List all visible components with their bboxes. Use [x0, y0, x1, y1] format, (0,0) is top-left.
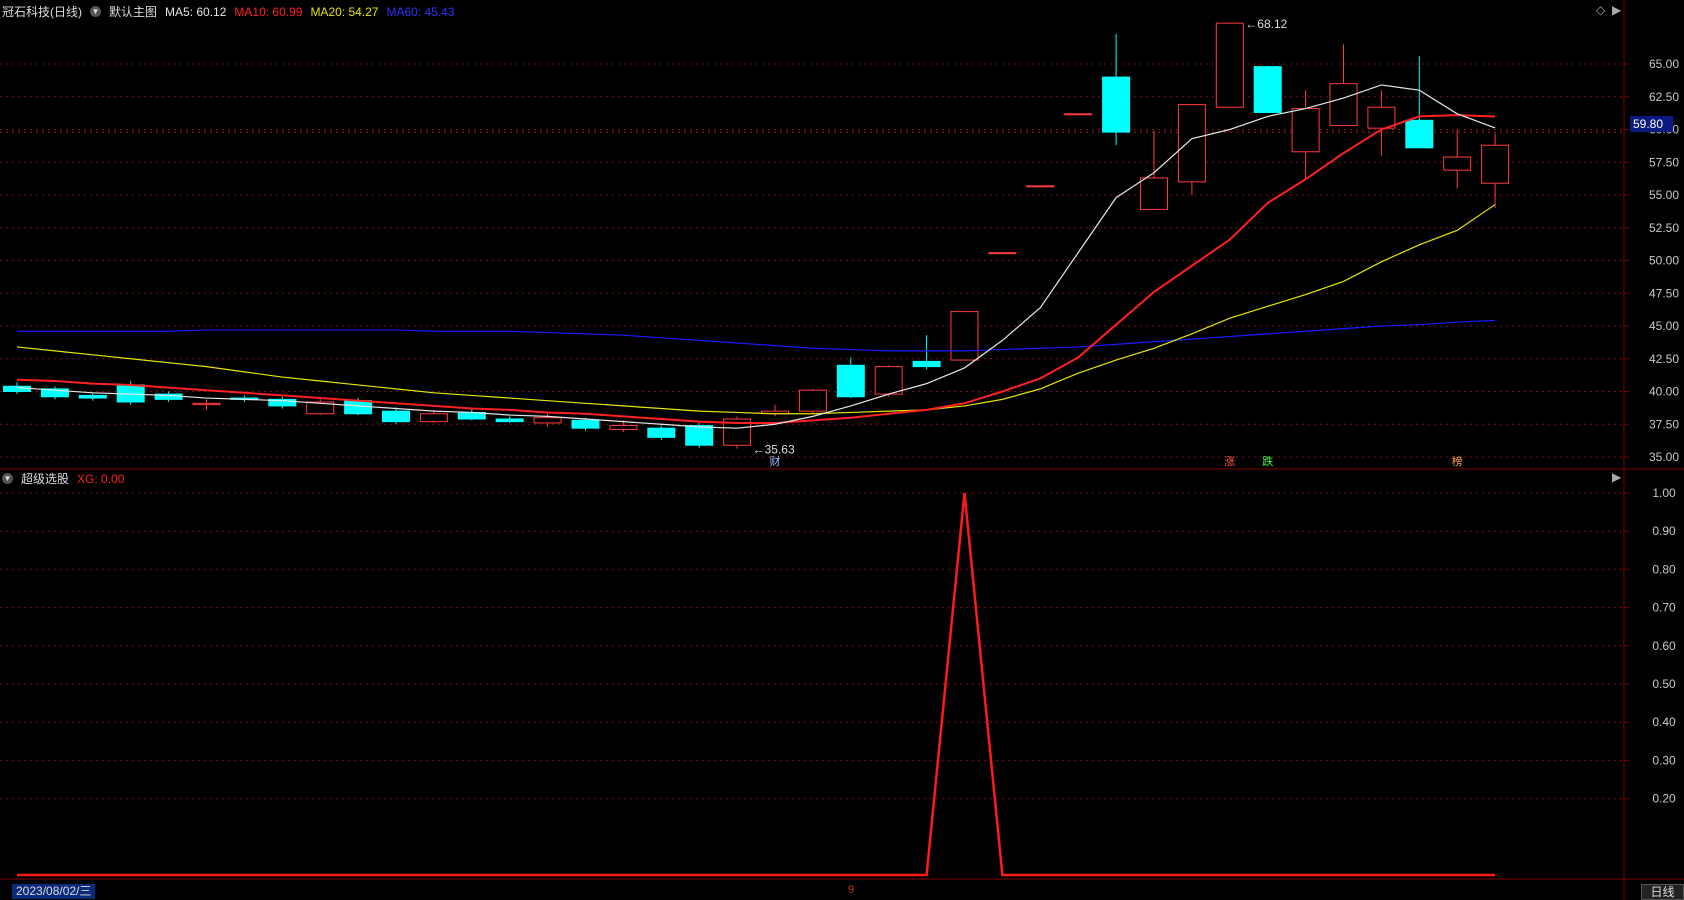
indicator-tick-label: 0.50 [1652, 677, 1676, 691]
y-tick-label: 40.00 [1649, 385, 1679, 399]
ma20-value: MA20: 54.27 [310, 4, 379, 19]
candle-body-up [609, 425, 638, 430]
ma60-line [17, 319, 1496, 352]
candle-body-down [495, 418, 524, 423]
candle-body-down [836, 364, 865, 398]
indicator-tick-label: 1.00 [1652, 486, 1676, 500]
main-chart-name[interactable]: 默认主图 [109, 3, 157, 20]
indicator-header: ▼ 超级选股 XG: 0.00 [2, 470, 132, 487]
y-tick-label: 42.50 [1649, 352, 1679, 366]
indicator-tick-label: 0.40 [1652, 715, 1676, 729]
price-annotation: ←68.12 [1245, 17, 1287, 31]
y-tick-label: 47.50 [1649, 286, 1679, 300]
chart-options-icon[interactable]: ▼ [90, 6, 101, 17]
candle-body-down [1102, 76, 1131, 133]
scroll-marker: 9 [848, 884, 855, 896]
event-marker: 榜 [1452, 454, 1463, 468]
y-tick-label: 37.50 [1649, 417, 1679, 431]
candle-body-down [647, 427, 676, 438]
indicator-tick-label: 0.80 [1652, 562, 1676, 576]
event-marker: 涨 [1224, 455, 1235, 468]
date-label: 2023/08/02/三 [12, 884, 96, 899]
candle-body-down [78, 394, 107, 399]
candle-body-up [798, 389, 827, 412]
ma5-line [16, 84, 1496, 429]
candle-body-up [1177, 104, 1206, 183]
candle-body-down [1253, 66, 1282, 113]
candle-body-down [571, 419, 600, 429]
candle-body-up [419, 413, 448, 423]
y-tick-label: 35.00 [1649, 450, 1679, 464]
candle-body-down [685, 425, 714, 446]
y-tick-label: 57.50 [1649, 155, 1679, 169]
candle-body-up [1481, 144, 1510, 184]
candle-body-up [1064, 113, 1093, 116]
candle-body-down [382, 410, 410, 423]
y-tick-label: 55.00 [1649, 188, 1679, 202]
chart-canvas[interactable]: 65.0062.5060.0057.5055.0052.5050.0047.50… [0, 0, 1684, 900]
y-tick-label: 45.00 [1649, 319, 1679, 333]
expand-icon[interactable]: ▶ [1612, 3, 1621, 17]
y-tick-label: 62.50 [1649, 90, 1679, 104]
y-tick-label: 50.00 [1649, 254, 1679, 268]
candle-body-down [344, 400, 373, 415]
ma5-value: MA5: 60.12 [165, 4, 227, 19]
candle-body-up [1140, 177, 1168, 210]
main-chart-header: 冠石科技(日线) ▼ 默认主图 MA5: 60.12 MA10: 60.99 M… [2, 3, 463, 20]
candle-body-up [1215, 22, 1244, 108]
candle-body-down [1405, 119, 1434, 149]
period-tab-daily[interactable]: 日线 [1641, 884, 1684, 900]
candle-body-down [912, 360, 941, 368]
candle-body-up [988, 252, 1017, 255]
current-price-label: 59.80 [1630, 116, 1673, 132]
y-tick-label: 52.50 [1649, 221, 1679, 235]
indicator-name[interactable]: 超级选股 [21, 470, 69, 487]
indicator-expand-icon[interactable]: ▶ [1612, 470, 1621, 484]
candle-body-up [1291, 108, 1320, 153]
candle-body-up [874, 366, 903, 395]
ma10-value: MA10: 60.99 [234, 4, 303, 19]
candle-body-up [1329, 83, 1358, 127]
candle-body-up [1367, 106, 1396, 129]
ma10-line [16, 114, 1496, 424]
candle-body-down [3, 385, 31, 393]
candle-body-up [950, 311, 979, 361]
indicator-tick-label: 0.90 [1652, 524, 1676, 538]
event-marker: 跌 [1262, 454, 1273, 468]
indicator-tick-label: 0.20 [1652, 792, 1676, 806]
stock-title[interactable]: 冠石科技(日线) [2, 3, 82, 20]
y-tick-label: 65.00 [1649, 57, 1679, 71]
candle-body-up [533, 417, 562, 424]
ma20-line [16, 204, 1496, 415]
indicator-options-icon[interactable]: ▼ [2, 473, 13, 484]
indicator-value: XG: 0.00 [77, 471, 125, 486]
indicator-tick-label: 0.30 [1652, 753, 1676, 767]
candle-body-up [1443, 156, 1472, 171]
ma60-value: MA60: 45.43 [386, 4, 455, 19]
candle-body-up [1026, 185, 1055, 188]
diamond-icon[interactable]: ◇ [1596, 3, 1605, 17]
indicator-tick-label: 0.60 [1652, 639, 1676, 653]
candle-body-up [192, 402, 221, 406]
indicator-tick-label: 0.70 [1652, 601, 1676, 615]
event-marker: 财 [770, 454, 781, 468]
